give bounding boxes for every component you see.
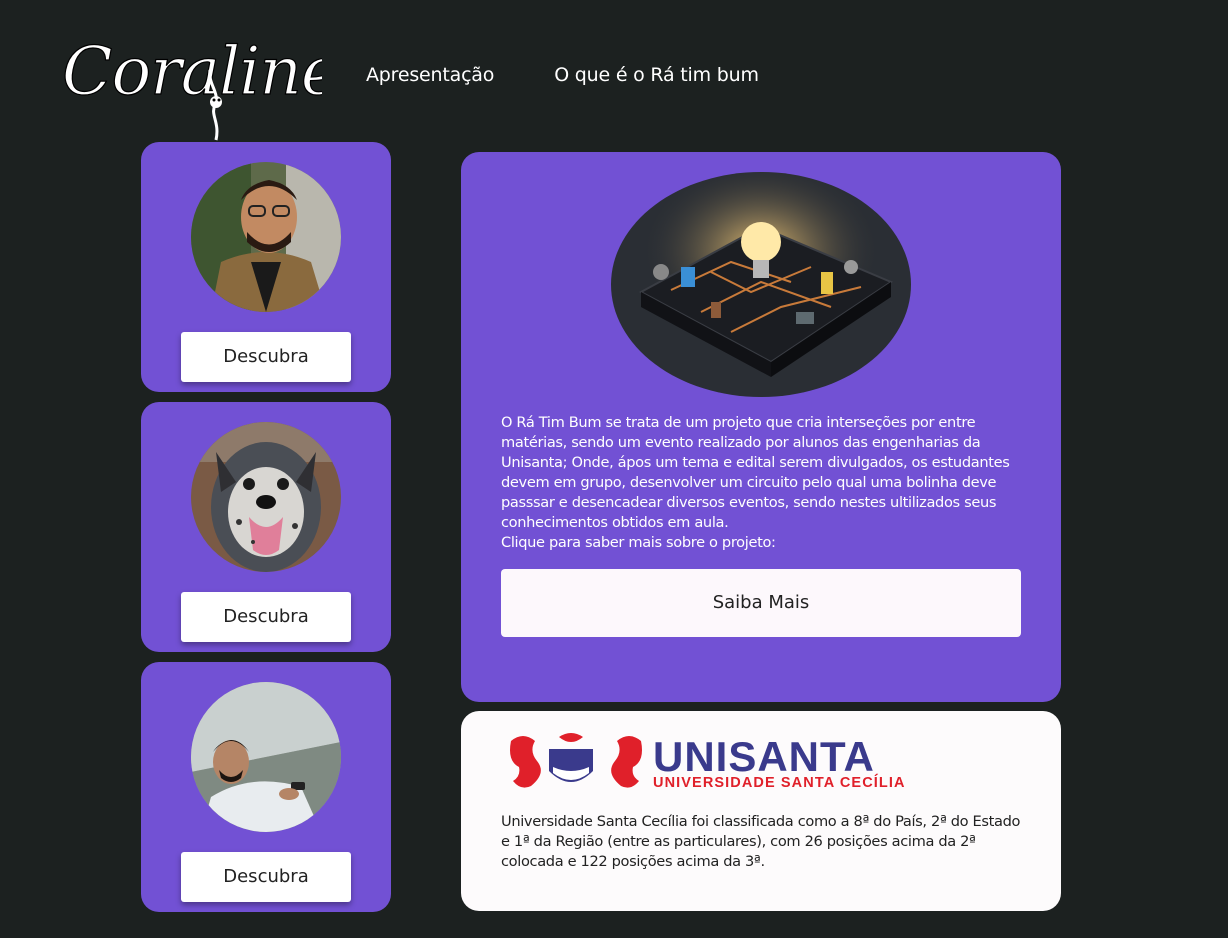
project-description-text: O Rá Tim Bum se trata de um projeto que … [501,414,1010,531]
avatar-young-man [191,162,341,312]
descubra-button-3[interactable]: Descubra [181,852,351,902]
unisanta-description: Universidade Santa Cecília foi classific… [501,813,1021,870]
saiba-mais-button[interactable]: Saiba Mais [501,569,1021,637]
project-description: O Rá Tim Bum se trata de um projeto que … [501,413,1021,553]
descubra-button-2[interactable]: Descubra [181,592,351,642]
unisanta-logo-name: UNISANTA [653,733,875,780]
unisanta-card: UNISANTA UNIVERSIDADE SANTA CECÍLIA Univ… [461,711,1061,911]
unisanta-logo-subtitle: UNIVERSIDADE SANTA CECÍLIA [653,774,906,791]
profile-card-3: Descubra [141,662,391,912]
profile-card-2: Descubra [141,402,391,652]
unisanta-logo: UNISANTA UNIVERSIDADE SANTA CECÍLIA [510,733,906,791]
project-card: O Rá Tim Bum se trata de um projeto que … [461,152,1061,702]
logo-text: Coraline [62,33,322,110]
nav-apresentacao[interactable]: Apresentação [366,64,494,86]
profile-card-1: Descubra [141,142,391,392]
nav-o-que-e-ra-tim-bum[interactable]: O que é o Rá tim bum [554,64,759,86]
coraline-logo[interactable]: Coraline [60,10,341,142]
avatar-man-with-phone [191,682,341,832]
circuit-board-image [611,172,911,397]
avatar-dog [191,422,341,572]
project-call-to-action: Clique para saber mais sobre o projeto: [501,534,776,551]
descubra-button-1[interactable]: Descubra [181,332,351,382]
main-nav: Apresentação O que é o Rá tim bum [366,64,759,86]
